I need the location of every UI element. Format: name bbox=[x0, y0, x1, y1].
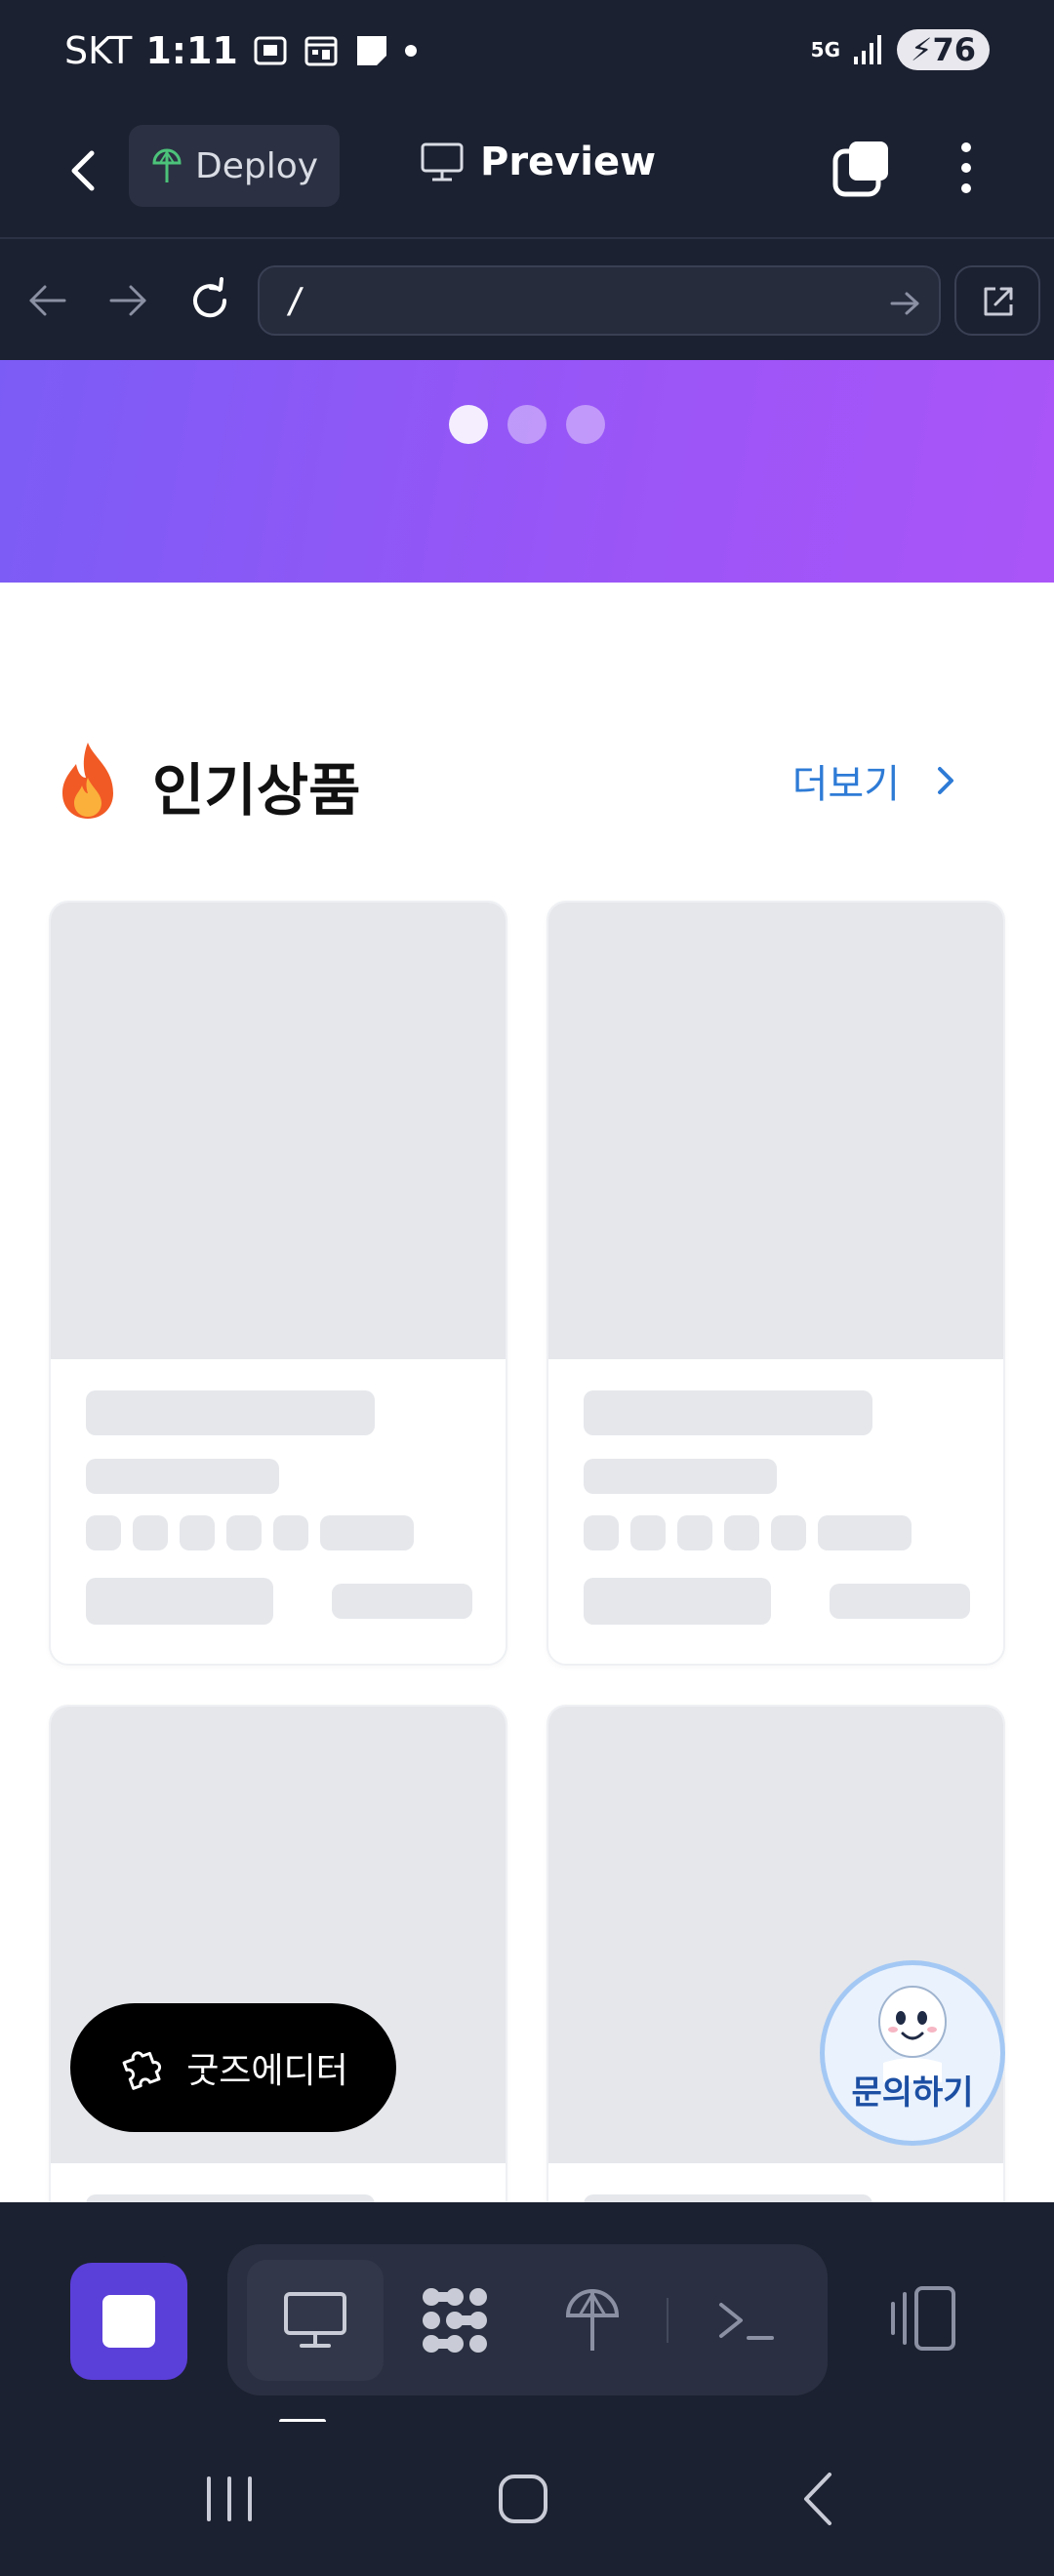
skeleton-line bbox=[86, 1390, 375, 1435]
grid-dots-icon bbox=[423, 2288, 487, 2353]
url-input[interactable]: / bbox=[258, 265, 941, 336]
goods-editor-button[interactable]: 굿즈에디터 bbox=[70, 2003, 396, 2132]
calendar-icon bbox=[304, 36, 338, 66]
deploy-button[interactable]: Deploy bbox=[129, 125, 340, 207]
note-icon bbox=[356, 36, 386, 65]
skeleton-line bbox=[830, 1584, 970, 1619]
skeleton-chip bbox=[584, 1515, 619, 1550]
page-title-label: Preview bbox=[480, 140, 657, 184]
skeleton-chip bbox=[226, 1515, 262, 1550]
url-bar: / bbox=[0, 241, 1054, 360]
network-label: 5G bbox=[810, 38, 840, 61]
open-external-button[interactable] bbox=[954, 265, 1040, 336]
url-text: / bbox=[285, 281, 306, 321]
deploy-label: Deploy bbox=[194, 145, 319, 186]
stop-button[interactable] bbox=[70, 2263, 187, 2380]
skeleton-chip bbox=[771, 1515, 806, 1550]
terminal-tab[interactable] bbox=[678, 2260, 815, 2381]
skeleton-line bbox=[86, 2194, 375, 2202]
skeleton-line bbox=[584, 1390, 872, 1435]
skeleton-line bbox=[86, 1459, 279, 1494]
status-bar: SKT 1:11 5G ⚡76 bbox=[0, 0, 1054, 112]
bottom-toolbar bbox=[0, 2202, 1054, 2424]
carousel-dot[interactable] bbox=[507, 405, 547, 444]
battery-indicator: ⚡76 bbox=[897, 29, 990, 70]
product-image-placeholder bbox=[548, 903, 1003, 1359]
hero-banner[interactable] bbox=[0, 360, 1054, 583]
stop-icon bbox=[102, 2295, 155, 2348]
see-more-label: 더보기 bbox=[791, 762, 900, 807]
popular-products-header: 인기상품 더보기 bbox=[49, 739, 986, 824]
product-image-placeholder bbox=[51, 903, 506, 1359]
home-icon[interactable] bbox=[489, 2465, 557, 2533]
monitor-icon bbox=[284, 2292, 346, 2348]
skeleton-chip bbox=[273, 1515, 308, 1550]
browser-back-icon[interactable] bbox=[23, 276, 72, 325]
fire-icon bbox=[62, 743, 113, 819]
toolbar-divider bbox=[667, 2298, 669, 2343]
inquiry-button[interactable]: 문의하기 bbox=[820, 1960, 1005, 2146]
reload-icon[interactable] bbox=[185, 276, 234, 325]
deploy-icon bbox=[565, 2289, 620, 2351]
battery-level: 76 bbox=[932, 31, 976, 68]
clock: 1:11 bbox=[145, 29, 238, 72]
carousel-dot[interactable] bbox=[566, 405, 605, 444]
more-options-icon[interactable] bbox=[937, 138, 995, 198]
screenshot-icon bbox=[254, 36, 287, 65]
skeleton-line bbox=[86, 1578, 273, 1625]
chevron-right-icon bbox=[938, 767, 953, 794]
external-link-icon bbox=[984, 287, 1013, 316]
see-more-link[interactable]: 더보기 bbox=[792, 752, 956, 809]
signal-icon bbox=[854, 35, 881, 64]
carousel-dots bbox=[449, 405, 605, 444]
carrier-label: SKT bbox=[64, 29, 133, 72]
skeleton-chip bbox=[630, 1515, 666, 1550]
notification-dot-icon bbox=[404, 45, 417, 57]
goods-editor-label: 굿즈에디터 bbox=[186, 2051, 348, 2091]
skeleton-line bbox=[332, 1584, 472, 1619]
puzzle-icon bbox=[122, 2051, 162, 2090]
back-icon[interactable] bbox=[55, 141, 113, 200]
product-card-skeleton[interactable] bbox=[49, 901, 507, 1666]
recent-apps-icon[interactable] bbox=[195, 2465, 264, 2533]
view-toggle-group bbox=[227, 2244, 828, 2395]
skeleton-line bbox=[584, 1578, 771, 1625]
app-header: Deploy Preview bbox=[0, 112, 1054, 239]
system-back-icon[interactable] bbox=[787, 2465, 855, 2533]
carousel-dot[interactable] bbox=[449, 405, 488, 444]
section-title: 인기상품 bbox=[152, 757, 361, 824]
skeleton-chip bbox=[677, 1515, 712, 1550]
skeleton-line bbox=[584, 1459, 777, 1494]
browser-forward-icon[interactable] bbox=[103, 276, 152, 325]
skeleton-chip bbox=[133, 1515, 168, 1550]
skeleton-line bbox=[320, 1515, 414, 1550]
skeleton-chip bbox=[724, 1515, 759, 1550]
skeleton-line bbox=[818, 1515, 912, 1550]
webview: 인기상품 더보기 굿즈에디터 문의하기 bbox=[0, 360, 1054, 2202]
terminal-icon bbox=[719, 2303, 774, 2340]
skeleton-chip bbox=[180, 1515, 215, 1550]
tabs-icon[interactable] bbox=[831, 138, 892, 198]
deploy-icon bbox=[152, 148, 182, 182]
deploy-tab[interactable] bbox=[524, 2260, 661, 2381]
go-arrow-icon[interactable] bbox=[888, 287, 921, 320]
graph-tab[interactable] bbox=[386, 2260, 523, 2381]
preview-tab[interactable] bbox=[247, 2260, 384, 2381]
panel-icon[interactable] bbox=[883, 2280, 965, 2358]
system-nav-bar bbox=[0, 2422, 1054, 2576]
skeleton-line bbox=[584, 2194, 872, 2202]
page-title: Preview bbox=[420, 140, 656, 184]
product-card-skeleton[interactable] bbox=[547, 901, 1005, 1666]
skeleton-chip bbox=[86, 1515, 121, 1550]
inquiry-label: 문의하기 bbox=[851, 2073, 974, 2113]
monitor-icon bbox=[421, 142, 464, 181]
